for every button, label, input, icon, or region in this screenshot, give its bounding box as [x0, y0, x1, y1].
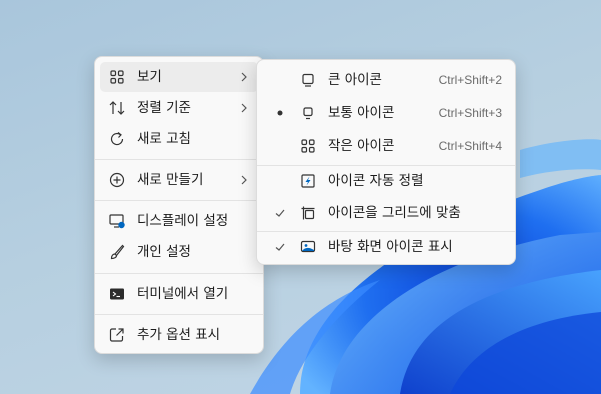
submenu-item-label: 바탕 화면 아이콘 표시 [328, 239, 453, 255]
align-grid-icon [299, 204, 317, 222]
brush-icon [108, 243, 126, 261]
menu-item-label: 디스플레이 설정 [137, 213, 229, 229]
refresh-icon [108, 130, 126, 148]
desktop-icon [299, 238, 317, 256]
check-icon [272, 238, 288, 256]
auto-arrange-icon [299, 172, 317, 190]
display-icon [108, 212, 126, 230]
menu-item-label: 터미널에서 열기 [137, 286, 229, 302]
menu-item-view[interactable]: 보기 [100, 62, 258, 92]
menu-item-show-more-options[interactable]: 추가 옵션 표시 [100, 320, 258, 350]
chevron-right-icon [238, 171, 250, 189]
keyboard-shortcut: Ctrl+Shift+4 [438, 139, 502, 153]
menu-item-label: 개인 설정 [137, 244, 191, 260]
radio-dot-icon [272, 104, 288, 122]
monitor-medium-icon [299, 104, 317, 122]
grid-small-icon [299, 137, 317, 155]
sort-icon [108, 99, 126, 117]
submenu-item-align-to-grid[interactable]: 아이콘을 그리드에 맞춤 [262, 198, 510, 228]
menu-item-open-in-terminal[interactable]: 터미널에서 열기 [100, 279, 258, 309]
menu-separator [95, 314, 263, 315]
menu-separator [95, 200, 263, 201]
keyboard-shortcut: Ctrl+Shift+2 [438, 73, 502, 87]
submenu-item-show-desktop-icons[interactable]: 바탕 화면 아이콘 표시 [262, 232, 510, 262]
menu-separator [95, 273, 263, 274]
view-submenu: 큰 아이콘 Ctrl+Shift+2 보통 아이콘 Ctrl+Shift+3 작… [256, 59, 516, 265]
menu-item-refresh[interactable]: 새로 고침 [100, 124, 258, 154]
submenu-item-small-icons[interactable]: 작은 아이콘 Ctrl+Shift+4 [262, 131, 510, 161]
monitor-large-icon [299, 71, 317, 89]
menu-item-label: 추가 옵션 표시 [137, 327, 221, 343]
keyboard-shortcut: Ctrl+Shift+3 [438, 106, 502, 120]
grid-icon [108, 68, 126, 86]
submenu-item-label: 작은 아이콘 [328, 138, 395, 154]
open-external-icon [108, 326, 126, 344]
desktop-context-menu: 보기 정렬 기준 새로 고침 새로 만들기 디스플레이 설정 개인 설정 터미널… [94, 56, 264, 354]
menu-item-new[interactable]: 새로 만들기 [100, 165, 258, 195]
check-icon [272, 204, 288, 222]
submenu-item-large-icons[interactable]: 큰 아이콘 Ctrl+Shift+2 [262, 65, 510, 95]
submenu-item-label: 큰 아이콘 [328, 72, 382, 88]
submenu-item-auto-arrange[interactable]: 아이콘 자동 정렬 [262, 166, 510, 196]
submenu-item-label: 아이콘 자동 정렬 [328, 173, 424, 189]
menu-item-label: 보기 [137, 69, 162, 85]
terminal-icon [108, 285, 126, 303]
chevron-right-icon [238, 68, 250, 86]
submenu-item-label: 아이콘을 그리드에 맞춤 [328, 205, 461, 221]
menu-item-personalize[interactable]: 개인 설정 [100, 237, 258, 267]
menu-item-label: 새로 고침 [137, 131, 191, 147]
add-icon [108, 171, 126, 189]
submenu-item-label: 보통 아이콘 [328, 105, 395, 121]
menu-item-label: 정렬 기준 [137, 100, 191, 116]
menu-separator [95, 159, 263, 160]
menu-item-display-settings[interactable]: 디스플레이 설정 [100, 206, 258, 236]
submenu-item-medium-icons[interactable]: 보통 아이콘 Ctrl+Shift+3 [262, 98, 510, 128]
menu-item-label: 새로 만들기 [137, 172, 204, 188]
menu-item-sort-by[interactable]: 정렬 기준 [100, 93, 258, 123]
chevron-right-icon [238, 99, 250, 117]
